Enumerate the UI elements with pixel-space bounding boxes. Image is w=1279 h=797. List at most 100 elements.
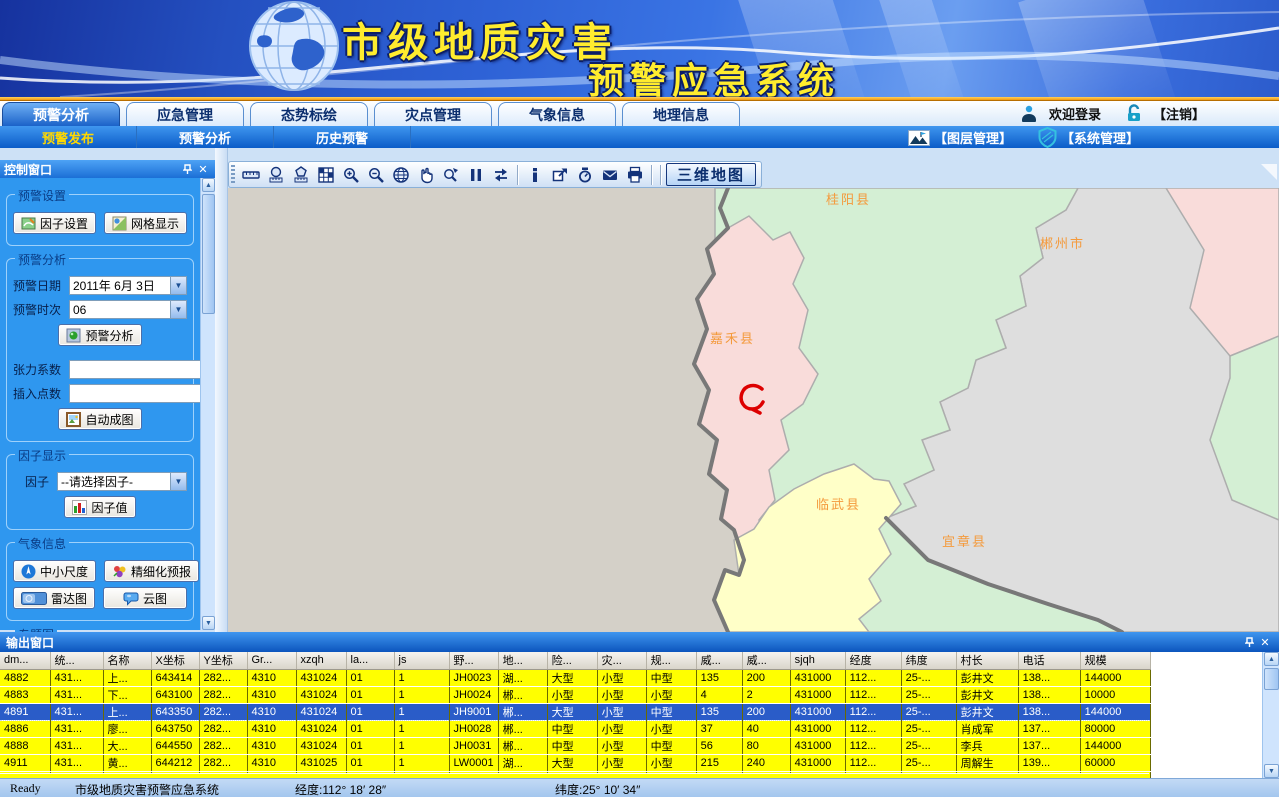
table-cell: 4310 bbox=[247, 754, 296, 771]
system-management-link[interactable]: 【系统管理】 bbox=[1038, 127, 1139, 148]
swap-arrows-icon[interactable] bbox=[489, 163, 512, 186]
column-header[interactable]: 电话 bbox=[1018, 652, 1080, 669]
close-icon[interactable]: ✕ bbox=[195, 162, 211, 176]
group-warning-settings: 预警设置 因子设置 网格显示 bbox=[6, 194, 194, 246]
column-header[interactable]: 规... bbox=[646, 652, 696, 669]
output-scrollbar[interactable]: ▲ ▼ bbox=[1262, 652, 1279, 778]
logout-link[interactable]: 【注销】 bbox=[1153, 104, 1205, 123]
tab-disaster-points[interactable]: 灾点管理 bbox=[374, 102, 492, 126]
auto-map-button[interactable]: 自动成图 bbox=[58, 408, 141, 430]
export-icon[interactable] bbox=[548, 163, 571, 186]
table-row[interactable]: 4883431...下...643100282...4310431024011J… bbox=[0, 686, 1150, 703]
column-header[interactable]: 威... bbox=[696, 652, 742, 669]
warning-time-select[interactable]: 06 ▼ bbox=[69, 300, 187, 319]
column-header[interactable]: 规模 bbox=[1080, 652, 1150, 669]
factor-select[interactable]: --请选择因子- ▼ bbox=[57, 472, 187, 491]
table-cell: 138... bbox=[1018, 669, 1080, 686]
column-header[interactable]: 险... bbox=[547, 652, 597, 669]
grid-icon[interactable] bbox=[314, 163, 337, 186]
table-cell: 4310 bbox=[247, 669, 296, 686]
scroll-up-icon[interactable]: ▲ bbox=[202, 178, 215, 192]
close-icon[interactable]: ✕ bbox=[1257, 635, 1273, 649]
measure-area-circle-icon[interactable] bbox=[264, 163, 287, 186]
factor-settings-button[interactable]: 因子设置 bbox=[13, 212, 96, 234]
zoom-select-icon[interactable] bbox=[439, 163, 462, 186]
column-header[interactable]: 野... bbox=[449, 652, 498, 669]
table-row[interactable]: 4891431...上...643350282...4310431024011J… bbox=[0, 703, 1150, 720]
column-header[interactable]: 纬度 bbox=[901, 652, 956, 669]
column-header[interactable]: 灾... bbox=[597, 652, 646, 669]
print-icon[interactable] bbox=[623, 163, 646, 186]
subtab-history-warning[interactable]: 历史预警 bbox=[274, 126, 411, 148]
tab-emergency-mgmt[interactable]: 应急管理 bbox=[126, 102, 244, 126]
scrollbar-thumb[interactable] bbox=[1264, 668, 1279, 690]
subtab-warning-publish[interactable]: 预警发布 bbox=[0, 126, 137, 148]
tab-geo-info[interactable]: 地理信息 bbox=[622, 102, 740, 126]
table-cell: 25-... bbox=[901, 720, 956, 737]
map-fold-icon[interactable] bbox=[1261, 164, 1277, 180]
panel-splitter[interactable] bbox=[215, 148, 228, 632]
pan-hand-icon[interactable] bbox=[414, 163, 437, 186]
column-header[interactable]: 名称 bbox=[103, 652, 151, 669]
scroll-down-icon[interactable]: ▼ bbox=[1264, 764, 1279, 778]
toolbar-grip[interactable] bbox=[231, 165, 235, 185]
column-header[interactable]: sjqh bbox=[790, 652, 845, 669]
warning-analyze-button[interactable]: 预警分析 bbox=[58, 324, 141, 346]
table-cell: 25-... bbox=[901, 703, 956, 720]
column-header[interactable]: 经度 bbox=[845, 652, 901, 669]
table-row[interactable]: 4888431...大...644550282...4310431024011J… bbox=[0, 737, 1150, 754]
insert-points-label: 插入点数 bbox=[13, 385, 69, 402]
table-row[interactable]: 4882431...上...643414282...4310431024011J… bbox=[0, 669, 1150, 686]
column-header[interactable]: 地... bbox=[498, 652, 547, 669]
table-row[interactable]: 4886431...廖...643750282...4310431024011J… bbox=[0, 720, 1150, 737]
column-header[interactable]: 统... bbox=[50, 652, 103, 669]
scrollbar-thumb[interactable] bbox=[202, 194, 215, 314]
column-header[interactable]: xzqh bbox=[296, 652, 346, 669]
output-table[interactable]: dm...统...名称X坐标Y坐标Gr...xzqhla...js野...地..… bbox=[0, 652, 1151, 778]
factor-value-button[interactable]: 因子值 bbox=[64, 496, 135, 518]
table-cell: 廖... bbox=[103, 720, 151, 737]
radar-map-button[interactable]: 雷达图 bbox=[13, 587, 95, 609]
column-header[interactable]: 村长 bbox=[956, 652, 1018, 669]
scroll-up-icon[interactable]: ▲ bbox=[1264, 652, 1279, 666]
map-3d-button[interactable]: 三维地图 bbox=[666, 163, 756, 186]
pause-icon[interactable] bbox=[464, 163, 487, 186]
measure-area-polygon-icon[interactable] bbox=[289, 163, 312, 186]
tab-situation-plot[interactable]: 态势标绘 bbox=[250, 102, 368, 126]
info-icon[interactable] bbox=[523, 163, 546, 186]
sidebar-scrollbar[interactable]: ▲ ▼ bbox=[200, 178, 215, 630]
column-header[interactable]: js bbox=[394, 652, 449, 669]
column-header[interactable]: la... bbox=[346, 652, 394, 669]
warning-date-select[interactable]: 2011年 6月 3日 ▼ bbox=[69, 276, 187, 295]
chevron-down-icon[interactable]: ▼ bbox=[170, 473, 186, 490]
measure-distance-icon[interactable] bbox=[239, 163, 262, 186]
table-cell: 李兵 bbox=[956, 737, 1018, 754]
zoom-in-icon[interactable] bbox=[339, 163, 362, 186]
full-extent-globe-icon[interactable] bbox=[389, 163, 412, 186]
mail-icon[interactable] bbox=[598, 163, 621, 186]
refined-forecast-button[interactable]: 精细化预报 bbox=[104, 560, 199, 582]
table-cell: LW0001 bbox=[449, 754, 498, 771]
mid-small-scale-button[interactable]: 中小尺度 bbox=[13, 560, 96, 582]
column-header[interactable]: 威... bbox=[742, 652, 790, 669]
map-canvas[interactable]: 桂阳县 郴州市 嘉禾县 临武县 宜章县 bbox=[228, 188, 1279, 632]
gauge-icon[interactable] bbox=[573, 163, 596, 186]
tab-weather-info[interactable]: 气象信息 bbox=[498, 102, 616, 126]
grid-display-button[interactable]: 网格显示 bbox=[104, 212, 187, 234]
cloud-map-button[interactable]: 云图 bbox=[103, 587, 187, 609]
tab-warning-analysis[interactable]: 预警分析 bbox=[2, 102, 120, 126]
welcome-login-link[interactable]: 欢迎登录 bbox=[1049, 104, 1101, 123]
column-header[interactable]: Y坐标 bbox=[199, 652, 247, 669]
table-row[interactable]: 4911431...黄...644212282...4310431025011L… bbox=[0, 754, 1150, 771]
column-header[interactable]: Gr... bbox=[247, 652, 296, 669]
pin-icon[interactable] bbox=[1241, 635, 1257, 649]
pin-icon[interactable] bbox=[179, 162, 195, 176]
chevron-down-icon[interactable]: ▼ bbox=[170, 277, 186, 294]
column-header[interactable]: dm... bbox=[0, 652, 50, 669]
chevron-down-icon[interactable]: ▼ bbox=[170, 301, 186, 318]
scroll-down-icon[interactable]: ▼ bbox=[202, 616, 215, 630]
zoom-out-icon[interactable] bbox=[364, 163, 387, 186]
subtab-warning-analysis[interactable]: 预警分析 bbox=[137, 126, 274, 148]
column-header[interactable]: X坐标 bbox=[151, 652, 199, 669]
layer-management-link[interactable]: 【图层管理】 bbox=[908, 128, 1012, 147]
